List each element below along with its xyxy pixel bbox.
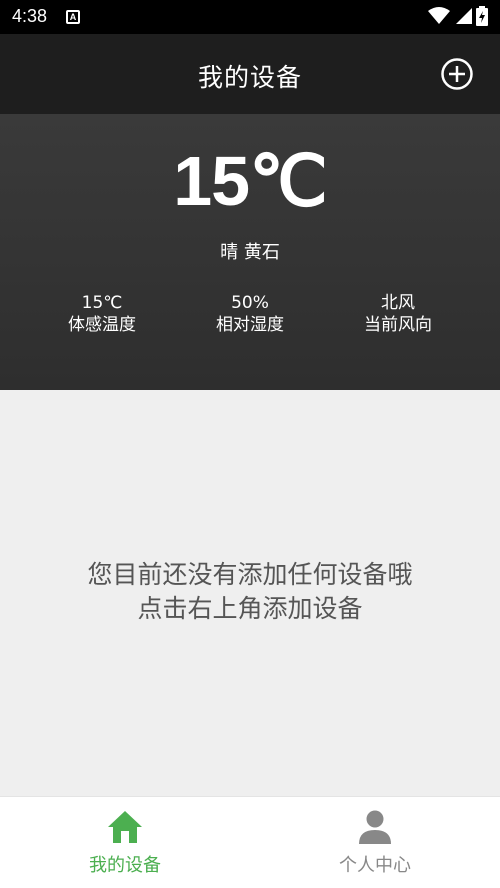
stat-label: 相对湿度 bbox=[216, 315, 284, 335]
empty-state-line1: 您目前还没有添加任何设备哦 bbox=[87, 560, 413, 589]
weather-panel: 15℃ 晴 黄石 15℃ 体感温度 50% 相对湿度 北风 当前风向 bbox=[0, 114, 500, 390]
nav-label-personal-center: 个人中心 bbox=[339, 855, 411, 876]
empty-state-message: 您目前还没有添加任何设备哦 点击右上角添加设备 bbox=[0, 558, 500, 626]
app-notification-icon: A bbox=[66, 10, 80, 24]
add-device-button[interactable] bbox=[440, 57, 474, 91]
wifi-icon bbox=[428, 7, 450, 24]
device-list-area: 您目前还没有添加任何设备哦 点击右上角添加设备 bbox=[0, 390, 500, 796]
plus-circle-icon bbox=[441, 58, 473, 90]
stat-label: 当前风向 bbox=[364, 315, 432, 335]
nav-label-my-devices: 我的设备 bbox=[89, 855, 161, 876]
bottom-nav: 我的设备 个人中心 bbox=[0, 796, 500, 888]
stat-feels-like: 15℃ 体感温度 bbox=[32, 292, 172, 336]
status-time: 4:38 bbox=[12, 6, 48, 26]
person-icon bbox=[359, 810, 391, 844]
stat-value: 北风 bbox=[381, 293, 415, 313]
stat-humidity: 50% 相对湿度 bbox=[180, 292, 320, 336]
current-temperature: 15℃ bbox=[173, 142, 327, 220]
home-icon bbox=[108, 811, 142, 843]
nav-item-my-devices[interactable]: 我的设备 bbox=[0, 797, 250, 888]
stat-value: 15℃ bbox=[81, 293, 123, 313]
stat-label: 体感温度 bbox=[68, 315, 136, 335]
app-header: 我的设备 bbox=[0, 34, 500, 114]
page-title: 我的设备 bbox=[197, 63, 302, 92]
stat-wind-direction: 北风 当前风向 bbox=[328, 292, 468, 336]
weather-stats: 15℃ 体感温度 50% 相对湿度 北风 当前风向 bbox=[0, 292, 500, 342]
nav-item-personal-center[interactable]: 个人中心 bbox=[250, 797, 500, 888]
signal-icon bbox=[456, 8, 472, 24]
weather-location: 晴 黄石 bbox=[220, 242, 280, 263]
stat-value: 50% bbox=[231, 293, 269, 313]
empty-state-line2: 点击右上角添加设备 bbox=[137, 594, 363, 623]
battery-icon bbox=[476, 6, 488, 26]
status-indicators bbox=[428, 6, 488, 26]
status-bar: 4:38 A bbox=[0, 0, 500, 34]
